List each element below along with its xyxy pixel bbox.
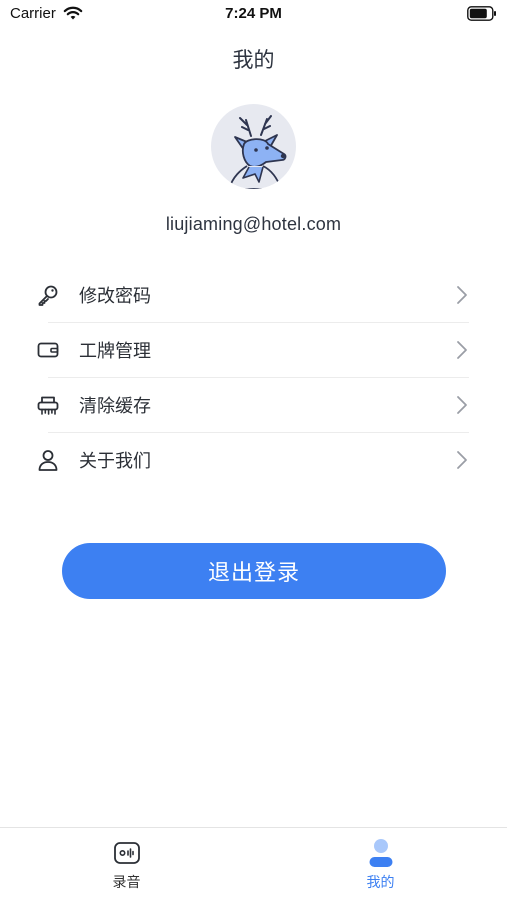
badge-card-icon	[37, 342, 59, 358]
user-email: liujiaming@hotel.com	[165, 214, 342, 234]
avatar[interactable]	[211, 104, 296, 189]
chevron-right-icon	[457, 341, 467, 359]
logout-button[interactable]: 退出登录	[62, 543, 446, 599]
menu-item-label: 关于我们	[79, 451, 151, 472]
shredder-icon	[37, 396, 59, 415]
status-time: 7:24 PM	[225, 5, 282, 22]
menu-item-label: 清除缓存	[79, 396, 151, 417]
menu-item-label: 修改密码	[79, 286, 151, 307]
person-icon	[38, 450, 58, 471]
profile-icon	[369, 839, 392, 867]
menu-item-badge-management[interactable]: 工牌管理	[0, 323, 507, 378]
battery-icon	[467, 6, 496, 21]
menu-item-about-us[interactable]: 关于我们	[0, 433, 507, 488]
chevron-right-icon	[457, 286, 467, 304]
chevron-right-icon	[457, 451, 467, 469]
key-icon	[38, 285, 58, 306]
tab-label: 我的	[366, 875, 395, 891]
chevron-right-icon	[457, 396, 467, 414]
menu-item-label: 工牌管理	[79, 341, 151, 362]
record-icon	[113, 842, 140, 864]
tab-label: 录音	[112, 875, 141, 891]
page-title: 我的	[232, 48, 275, 72]
menu-item-change-password[interactable]: 修改密码	[0, 268, 507, 323]
settings-menu: 修改密码 工牌管理 清除缓存 关于我们	[0, 268, 507, 488]
tab-mine[interactable]: 我的	[254, 828, 507, 900]
deer-avatar-icon	[228, 115, 287, 189]
menu-item-clear-cache[interactable]: 清除缓存	[0, 378, 507, 433]
tab-bar: 录音 我的	[0, 827, 507, 900]
status-bar: Carrier 7:24 PM	[0, 0, 507, 28]
tab-record[interactable]: 录音	[0, 828, 253, 900]
